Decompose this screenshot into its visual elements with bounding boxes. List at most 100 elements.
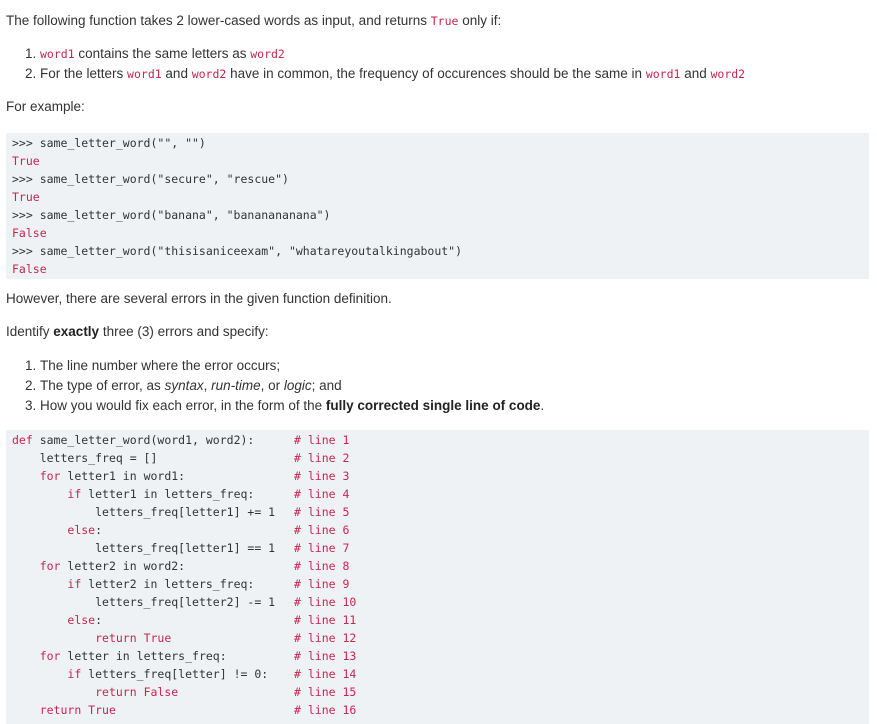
example-result-line: False bbox=[12, 262, 47, 276]
line-number-comment: # line 14 bbox=[294, 667, 357, 681]
example-call-line: >>> same_letter_word("thisisaniceexam", … bbox=[12, 244, 463, 258]
code-line: return True # line 12 bbox=[6, 629, 869, 647]
line-number-comment: # line 16 bbox=[294, 703, 357, 717]
code-keyword: for bbox=[39, 469, 61, 483]
code-text: True bbox=[136, 631, 172, 645]
code-text: True bbox=[81, 703, 116, 717]
code-text: letters_freq[letter2] -= 1 bbox=[95, 595, 276, 609]
code-line: if letters_freq[letter] != 0: # line 14 bbox=[6, 665, 869, 683]
code-text: : bbox=[95, 613, 103, 627]
code-line: else: # line 11 bbox=[6, 611, 869, 629]
code-keyword: if bbox=[67, 577, 82, 591]
example-call-line: >>> same_letter_word("", "") bbox=[12, 136, 206, 150]
identify-bold: exactly bbox=[53, 324, 100, 339]
example-result-line: False bbox=[12, 226, 47, 240]
condition-text: have in common, the frequency of occuren… bbox=[226, 66, 646, 81]
inline-code-true: True bbox=[430, 14, 459, 28]
code-keyword: return bbox=[95, 685, 137, 699]
identify-prefix: Identify bbox=[6, 324, 54, 339]
step-item-2: The type of error, as syntax, run-time, … bbox=[40, 376, 544, 396]
condition-text: and bbox=[680, 66, 711, 81]
line-number-comment: # line 3 bbox=[294, 469, 350, 483]
step-text: ; and bbox=[311, 378, 342, 393]
condition-item-1: word1 contains the same letters as word2 bbox=[40, 44, 745, 64]
example-call-line: >>> same_letter_word("secure", "rescue") bbox=[12, 172, 289, 186]
code-line: letters_freq[letter2] -= 1 # line 10 bbox=[6, 593, 869, 611]
line-number-comment: # line 9 bbox=[294, 577, 350, 591]
code-line: for letter2 in word2: # line 8 bbox=[6, 557, 869, 575]
intro-paragraph: The following function takes 2 lower-cas… bbox=[6, 12, 501, 30]
code-keyword: if bbox=[67, 487, 82, 501]
inline-code-word2: word2 bbox=[191, 67, 227, 81]
identify-suffix: three (3) errors and specify: bbox=[99, 324, 269, 339]
step-italic: logic bbox=[283, 378, 312, 393]
code-keyword: if bbox=[67, 667, 82, 681]
question-page: The following function takes 2 lower-cas… bbox=[0, 0, 877, 724]
line-number-comment: # line 6 bbox=[294, 523, 350, 537]
inline-code-word1: word1 bbox=[127, 67, 162, 81]
line-number-comment: # line 11 bbox=[294, 613, 357, 627]
code-keyword: return bbox=[95, 631, 137, 645]
condition-item-2: For the letters word1 and word2 have in … bbox=[40, 64, 745, 84]
code-text: letter1 in letters_freq: bbox=[81, 487, 255, 501]
step-item-1: The line number where the error occurs; bbox=[40, 356, 544, 376]
step-text: , bbox=[203, 378, 212, 393]
line-number-comment: # line 7 bbox=[294, 541, 350, 555]
code-line: for letter in letters_freq: # line 13 bbox=[6, 647, 869, 665]
line-number-comment: # line 12 bbox=[294, 631, 357, 645]
example-call-line: >>> same_letter_word("banana", "bananana… bbox=[12, 208, 331, 222]
code-text: letter in letters_freq: bbox=[60, 649, 227, 663]
inline-code-word1: word1 bbox=[40, 47, 75, 61]
line-number-comment: # line 10 bbox=[294, 595, 357, 609]
identify-paragraph: Identify exactly three (3) errors and sp… bbox=[6, 323, 269, 341]
code-line: letters_freq = [] # line 2 bbox=[6, 449, 869, 467]
line-number-comment: # line 8 bbox=[294, 559, 350, 573]
step-text: , or bbox=[260, 378, 284, 393]
line-number-comment: # line 2 bbox=[294, 451, 350, 465]
code-line: return False # line 15 bbox=[6, 683, 869, 701]
function-code-block: def same_letter_word(word1, word2): # lin… bbox=[6, 430, 869, 724]
code-line: else: # line 6 bbox=[6, 521, 869, 539]
step-text: The line number where the error occurs; bbox=[40, 358, 281, 373]
code-text: letter1 in word1: bbox=[60, 469, 186, 483]
step-text: . bbox=[540, 398, 545, 413]
steps-list: The line number where the error occurs; … bbox=[6, 356, 544, 416]
code-text: letters_freq[letter1] += 1 bbox=[95, 505, 276, 519]
line-number-comment: # line 4 bbox=[294, 487, 350, 501]
code-keyword: return bbox=[39, 703, 82, 717]
example-code-block: >>> same_letter_word("", "") True >>> same… bbox=[6, 133, 869, 279]
code-text: letters_freq[letter1] == 1 bbox=[95, 541, 276, 555]
code-keyword: else bbox=[67, 613, 96, 627]
code-keyword: else bbox=[67, 523, 96, 537]
example-result-line: True bbox=[12, 154, 40, 168]
example-result-line: True bbox=[12, 190, 40, 204]
condition-list: word1 contains the same letters as word2… bbox=[6, 44, 745, 84]
code-keyword: for bbox=[39, 649, 61, 663]
condition-text: and bbox=[161, 66, 192, 81]
code-text: letter2 in letters_freq: bbox=[81, 577, 255, 591]
line-number-comment: # line 5 bbox=[294, 505, 350, 519]
code-keyword: for bbox=[39, 559, 61, 573]
intro-suffix: only if: bbox=[462, 13, 502, 28]
code-text: False bbox=[136, 685, 179, 699]
code-line: if letter1 in letters_freq: # line 4 bbox=[6, 485, 869, 503]
step-text: The type of error, as bbox=[40, 378, 165, 393]
step-italic: syntax bbox=[164, 378, 204, 393]
inline-code-word1: word1 bbox=[645, 67, 681, 81]
code-line: for letter1 in word1: # line 3 bbox=[6, 467, 869, 485]
code-text: same_letter_word(word1, word2): bbox=[32, 433, 255, 447]
line-number-comment: # line 15 bbox=[294, 685, 357, 699]
inline-code-word2: word2 bbox=[250, 47, 285, 61]
code-line: letters_freq[letter1] += 1 # line 5 bbox=[6, 503, 869, 521]
